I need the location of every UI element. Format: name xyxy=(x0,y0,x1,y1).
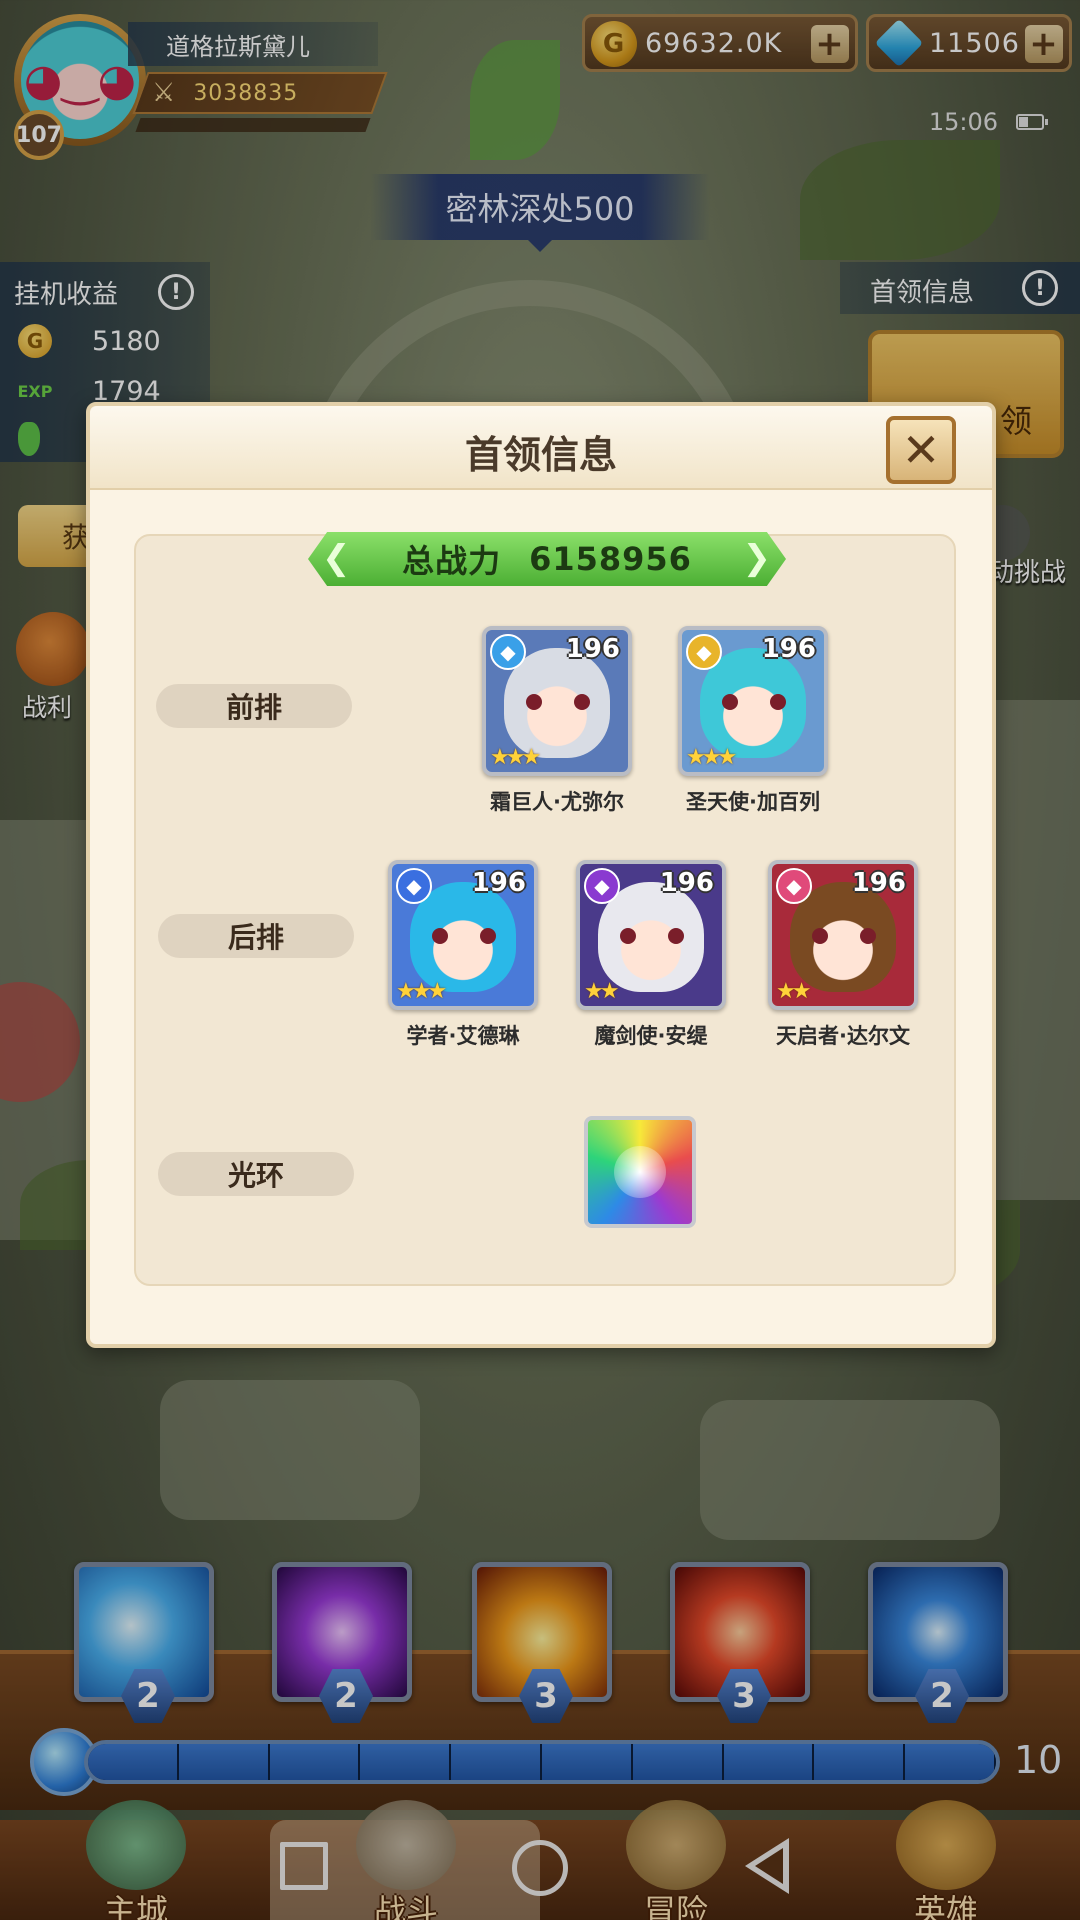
front-row-label: 前排 xyxy=(156,684,352,728)
hero-eyes xyxy=(812,928,876,944)
hero-name: 天启者·达尔文 xyxy=(776,1024,910,1048)
dialog-header: 首领信息 ✕ xyxy=(90,406,992,490)
total-power-banner: ❮ 总战力 6158956 ❯ xyxy=(308,532,786,586)
hero-eyes xyxy=(526,694,590,710)
hero-level: 196 xyxy=(565,634,620,664)
hero-stars: ★★ xyxy=(584,979,620,1004)
hero-name: 圣天使·加百列 xyxy=(686,790,820,814)
aura-label: 光环 xyxy=(158,1152,354,1196)
hero-name: 魔剑使·安缇 xyxy=(594,1024,708,1048)
hero-class-icon: ◆ xyxy=(490,634,526,670)
hero-class-icon: ◆ xyxy=(584,868,620,904)
hero-eyes xyxy=(432,928,496,944)
hero-class-icon: ◆ xyxy=(686,634,722,670)
hero-card[interactable]: ◆ 196 ★★★ 学者·艾德琳 xyxy=(388,860,538,1050)
boss-info-dialog: 首领信息 ✕ ❮ 总战力 6158956 ❯ 前排 后排 光环 ◆ 196 ★★★ 霜… xyxy=(86,402,996,1348)
hero-stars: ★★★ xyxy=(396,979,447,1004)
close-button[interactable]: ✕ xyxy=(886,416,956,484)
hero-stars: ★★★ xyxy=(686,745,737,770)
hero-portrait: ◆ 196 ★★ xyxy=(768,860,918,1010)
hero-stars: ★★★ xyxy=(490,745,541,770)
hero-name: 霜巨人·尤弥尔 xyxy=(490,790,624,814)
aura-icon[interactable] xyxy=(584,1116,696,1228)
hero-card[interactable]: ◆ 196 ★★★ 霜巨人·尤弥尔 xyxy=(482,626,632,816)
hero-card[interactable]: ◆ 196 ★★ 天启者·达尔文 xyxy=(768,860,918,1050)
hero-class-icon: ◆ xyxy=(776,868,812,904)
hero-eyes xyxy=(722,694,786,710)
hero-level: 196 xyxy=(761,634,816,664)
hero-level: 196 xyxy=(851,868,906,898)
chevron-right-icon: ❯ xyxy=(742,538,772,578)
hero-eyes xyxy=(620,928,684,944)
hero-card[interactable]: ◆ 196 ★★★ 圣天使·加百列 xyxy=(678,626,828,816)
hero-name: 学者·艾德琳 xyxy=(406,1024,520,1048)
dialog-title: 首领信息 xyxy=(464,433,617,477)
hero-stars: ★★ xyxy=(776,979,812,1004)
total-power-value: 6158956 xyxy=(529,540,692,578)
chevron-left-icon: ❮ xyxy=(322,538,352,578)
hero-portrait: ◆ 196 ★★ xyxy=(576,860,726,1010)
total-power-label: 总战力 xyxy=(402,542,502,580)
dialog-body: ❮ 总战力 6158956 ❯ 前排 后排 光环 ◆ 196 ★★★ 霜巨人·尤弥尔 ◆… xyxy=(134,532,956,1286)
hero-level: 196 xyxy=(659,868,714,898)
hero-level: 196 xyxy=(471,868,526,898)
hero-portrait: ◆ 196 ★★★ xyxy=(678,626,828,776)
hero-portrait: ◆ 196 ★★★ xyxy=(482,626,632,776)
back-row-label: 后排 xyxy=(158,914,354,958)
hero-portrait: ◆ 196 ★★★ xyxy=(388,860,538,1010)
hero-card[interactable]: ◆ 196 ★★ 魔剑使·安缇 xyxy=(576,860,726,1050)
hero-class-icon: ◆ xyxy=(396,868,432,904)
